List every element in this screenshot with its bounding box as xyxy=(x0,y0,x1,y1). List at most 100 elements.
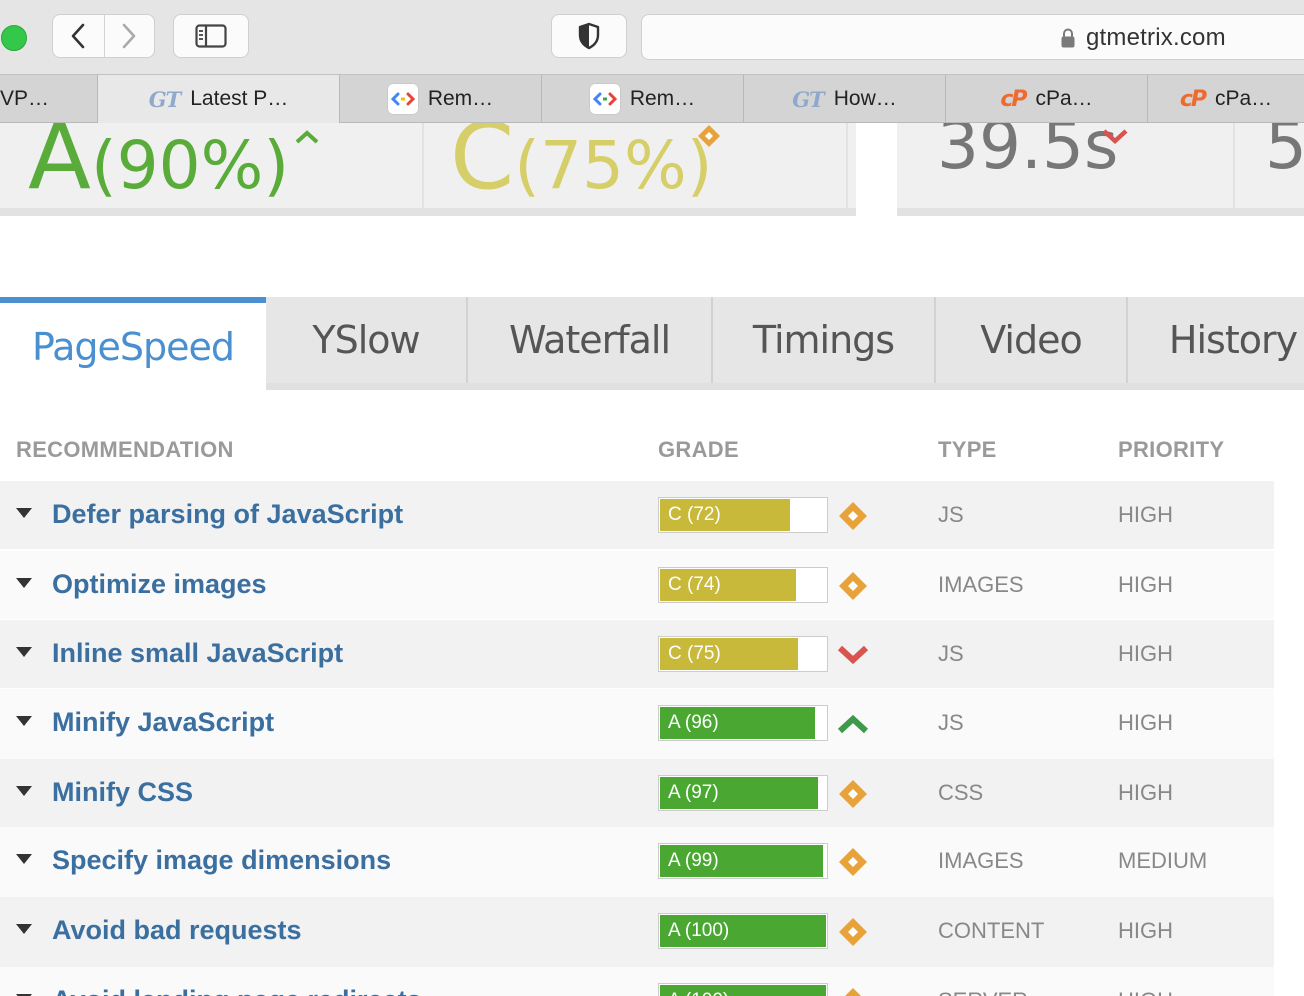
grade-bar: A (97) xyxy=(658,775,828,811)
grade-bar: C (74) xyxy=(658,567,828,603)
privacy-report-button[interactable] xyxy=(551,14,627,58)
recommendation-type: JS xyxy=(938,710,964,735)
pagespeed-grade-letter: A xyxy=(28,123,91,210)
chevron-right-icon xyxy=(122,23,136,49)
code-favicon-icon xyxy=(387,84,418,114)
tab-history[interactable]: History xyxy=(1126,297,1304,383)
grade-bar: A (100) xyxy=(658,983,828,996)
recommendation-title[interactable]: Inline small JavaScript xyxy=(52,638,343,669)
browser-tab-active[interactable]: GT Latest P… xyxy=(97,75,339,123)
recommendation-priority: HIGH xyxy=(1118,780,1173,805)
caret-down-icon[interactable] xyxy=(16,854,32,864)
tab-waterfall[interactable]: Waterfall xyxy=(466,297,711,383)
recommendation-title[interactable]: Specify image dimensions xyxy=(52,845,391,876)
grade-label: C (75) xyxy=(668,643,721,664)
code-favicon-icon xyxy=(589,84,620,114)
load-time: 39.5s xyxy=(937,123,1118,179)
browser-tab[interactable]: VP… xyxy=(0,75,97,123)
yslow-grade-letter: C xyxy=(450,123,515,210)
table-row[interactable]: Optimize images C (74) IMAGES HIGH xyxy=(0,551,1274,619)
caret-down-icon[interactable] xyxy=(16,716,32,726)
yslow-score: C(75%) xyxy=(450,123,712,203)
grade-bar: A (100) xyxy=(658,913,828,949)
column-header-recommendation: RECOMMENDATION xyxy=(16,437,234,462)
tab-pagespeed[interactable]: PageSpeed xyxy=(0,297,266,390)
address-content: gtmetrix.com xyxy=(1060,24,1226,52)
caret-down-icon[interactable] xyxy=(16,578,32,588)
back-button[interactable] xyxy=(53,15,104,57)
tab-label: Latest P… xyxy=(190,87,289,110)
table-row[interactable]: Minify CSS A (97) CSS HIGH xyxy=(0,759,1274,827)
grade-bar: C (75) xyxy=(658,636,828,672)
caret-down-icon[interactable] xyxy=(16,647,32,657)
diamond-icon xyxy=(836,915,870,949)
recommendation-title[interactable]: Optimize images xyxy=(52,569,267,600)
load-time-cell: 39.5s xyxy=(897,123,1235,208)
recommendation-priority: HIGH xyxy=(1118,988,1173,996)
recommendation-title[interactable]: Avoid bad requests xyxy=(52,915,302,946)
diamond-icon xyxy=(836,985,870,996)
shield-icon xyxy=(578,22,600,50)
grade-bar: C (72) xyxy=(658,497,828,533)
browser-tab[interactable]: cP cPa… xyxy=(945,75,1147,123)
pagespeed-grade-percent: (90%) xyxy=(90,127,290,204)
diamond-icon xyxy=(836,569,870,603)
chevron-up-icon xyxy=(295,130,319,144)
recommendation-title[interactable]: Minify JavaScript xyxy=(52,707,274,738)
page-size: 5 xyxy=(1265,123,1304,179)
table-row[interactable]: Minify JavaScript A (96) JS HIGH xyxy=(0,689,1274,759)
nav-button-group xyxy=(52,14,155,58)
diamond-icon xyxy=(836,499,870,533)
browser-tab[interactable]: Rem… xyxy=(339,75,541,123)
pagespeed-score-cell: A(90%) xyxy=(0,123,424,208)
gtmetrix-favicon-icon: GT xyxy=(148,86,182,112)
table-row[interactable]: Avoid bad requests A (100) CONTENT HIGH xyxy=(0,897,1274,967)
sidebar-icon xyxy=(195,24,227,48)
recommendation-priority: MEDIUM xyxy=(1118,848,1208,873)
grade-label: A (99) xyxy=(668,850,719,871)
forward-button[interactable] xyxy=(103,15,155,57)
diamond-icon xyxy=(698,125,720,147)
recommendation-priority: HIGH xyxy=(1118,572,1173,597)
table-row[interactable]: Defer parsing of JavaScript C (72) JS HIGH xyxy=(0,481,1274,549)
sidebar-toggle-button[interactable] xyxy=(173,14,249,58)
recommendation-title[interactable]: Defer parsing of JavaScript xyxy=(52,499,403,530)
yslow-grade-percent: (75%) xyxy=(514,127,713,204)
table-row[interactable]: Inline small JavaScript C (75) JS HIGH xyxy=(0,620,1274,688)
tab-label: cPa… xyxy=(1214,87,1273,110)
recommendation-type: CONTENT xyxy=(938,918,1045,943)
grade-label: A (100) xyxy=(668,920,730,941)
caret-down-icon[interactable] xyxy=(16,924,32,934)
tab-label: How… xyxy=(833,87,897,110)
grade-label: C (74) xyxy=(668,574,721,595)
report-tabs: PageSpeed YSlow Waterfall Timings Video … xyxy=(0,297,1304,390)
cpanel-favicon-icon: cP xyxy=(1179,86,1207,112)
recommendation-title[interactable]: Minify CSS xyxy=(52,777,193,808)
chevron-left-icon xyxy=(71,23,85,49)
load-time-value: 39.5s xyxy=(937,123,1119,184)
recommendation-type: JS xyxy=(938,502,964,527)
tab-video[interactable]: Video xyxy=(934,297,1126,383)
recommendation-type: SERVER xyxy=(938,988,1028,996)
browser-tab[interactable]: cP cPa… xyxy=(1147,75,1304,123)
table-row[interactable]: Specify image dimensions A (99) IMAGES MEDI… xyxy=(0,827,1274,897)
browser-tab[interactable]: Rem… xyxy=(541,75,743,123)
diamond-icon xyxy=(836,777,870,811)
column-header-priority: PRIORITY xyxy=(1118,437,1225,462)
grade-bar: A (99) xyxy=(658,843,828,879)
recommendation-title[interactable]: Avoid landing page redirects xyxy=(52,985,422,996)
caret-down-icon[interactable] xyxy=(16,508,32,518)
caret-down-icon[interactable] xyxy=(16,786,32,796)
url-text: gtmetrix.com xyxy=(1086,24,1226,51)
address-bar[interactable]: gtmetrix.com xyxy=(641,14,1304,60)
table-row[interactable]: Avoid landing page redirects A (100) SERVE… xyxy=(0,967,1274,996)
recommendation-priority: HIGH xyxy=(1118,918,1173,943)
grade-summary-panel: A(90%) C(75%) xyxy=(0,123,856,216)
tab-timings[interactable]: Timings xyxy=(711,297,934,383)
browser-tab[interactable]: GT How… xyxy=(743,75,945,123)
window-zoom-button[interactable] xyxy=(1,25,27,51)
tab-yslow[interactable]: YSlow xyxy=(266,297,466,383)
grade-label: C (72) xyxy=(668,504,721,525)
tab-label: Rem… xyxy=(427,87,494,110)
gtmetrix-favicon-icon: GT xyxy=(792,86,825,112)
